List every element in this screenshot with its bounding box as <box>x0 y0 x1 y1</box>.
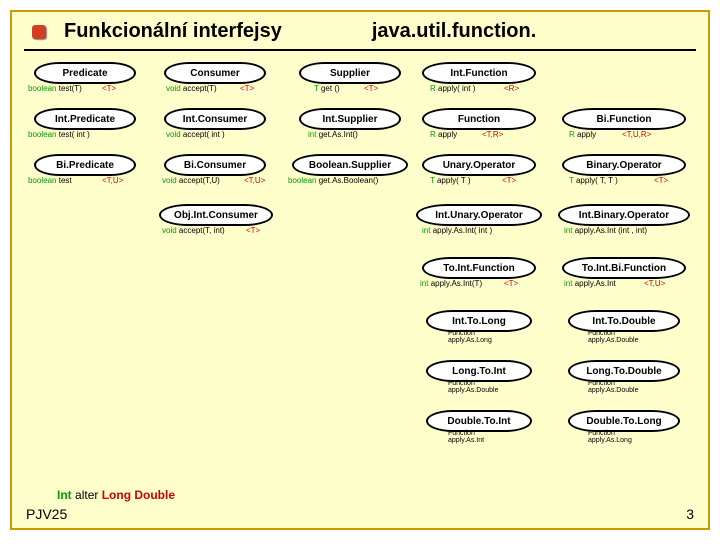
sig-objintconsumer: void accept(T, int) <box>162 226 225 235</box>
title-left: Funkcionální interfejsy <box>64 20 282 43</box>
sig-intunaryop: int apply.As.Int( int ) <box>422 226 492 235</box>
sig-biconsumer: void accept(T,U) <box>162 176 220 185</box>
pill-tointbifunction: To.Int.Bi.Function <box>562 257 686 279</box>
pill-intconsumer: Int.Consumer <box>164 108 266 130</box>
divider <box>24 49 696 51</box>
pill-biconsumer: Bi.Consumer <box>164 154 266 176</box>
gen-tointfunction: <T> <box>504 279 518 288</box>
gen-bifunction: <T,U,R> <box>622 130 651 139</box>
legend: Int alter Long Double <box>57 488 175 502</box>
title-right: java.util.function. <box>372 20 536 43</box>
sig-boolsupplier: boolean get.As.Boolean() <box>288 176 378 185</box>
pill-longtodouble: Long.To.Double <box>568 360 680 382</box>
pill-doubletoint: Double.To.Int <box>426 410 532 432</box>
pill-objintconsumer: Obj.Int.Consumer <box>159 204 273 226</box>
pill-unaryop: Unary.Operator <box>422 154 536 176</box>
sig-bifunction: R apply <box>569 130 596 139</box>
pill-predicate: Predicate <box>34 62 136 84</box>
sig-tointbifunction: int apply.As.Int <box>564 279 616 288</box>
sig-bipredicate: boolean test <box>28 176 72 185</box>
gen-supplier: <T> <box>364 84 378 93</box>
sub-inttodouble: Functionapply.As.Double <box>588 330 638 344</box>
gen-objintconsumer: <T> <box>246 226 260 235</box>
sig-intfunction: R apply( int ) <box>430 84 475 93</box>
gen-intfunction: <R> <box>504 84 519 93</box>
footer-label: PJV25 <box>26 506 67 522</box>
gen-predicate: <T> <box>102 84 116 93</box>
sig-supplier: T get () <box>314 84 340 93</box>
gen-binaryop: <T> <box>654 176 668 185</box>
header: Funkcionální interfejsy java.util.functi… <box>32 20 688 43</box>
pill-intunaryop: Int.Unary.Operator <box>416 204 542 226</box>
pill-supplier: Supplier <box>299 62 401 84</box>
sig-function: R apply <box>430 130 457 139</box>
gen-unaryop: <T> <box>502 176 516 185</box>
pill-inttolong: Int.To.Long <box>426 310 532 332</box>
sig-predicate: boolean test(T) <box>28 84 82 93</box>
pill-intpredicate: Int.Predicate <box>34 108 136 130</box>
bullet-icon <box>32 25 46 39</box>
sig-intconsumer: void accept( int ) <box>166 130 225 139</box>
pill-intfunction: Int.Function <box>422 62 536 84</box>
gen-bipredicate: <T,U> <box>102 176 123 185</box>
pill-consumer: Consumer <box>164 62 266 84</box>
page-number: 3 <box>686 506 694 522</box>
gen-consumer: <T> <box>240 84 254 93</box>
pill-longtoint: Long.To.Int <box>426 360 532 382</box>
pill-binaryop: Binary.Operator <box>562 154 686 176</box>
sig-intpredicate: boolean test( int ) <box>28 130 90 139</box>
pill-intbinaryop: Int.Binary.Operator <box>558 204 690 226</box>
gen-biconsumer: <T,U> <box>244 176 265 185</box>
pill-intsupplier: Int.Supplier <box>299 108 401 130</box>
gen-tointbifunction: <T,U> <box>644 279 665 288</box>
slide: Funkcionální interfejsy java.util.functi… <box>10 10 710 530</box>
gen-function: <T,R> <box>482 130 503 139</box>
sub-doubletoint: Functionapply.As.Int <box>448 430 484 444</box>
pill-tointfunction: To.Int.Function <box>422 257 536 279</box>
sig-tointfunction: int apply.As.Int(T) <box>420 279 482 288</box>
sub-doubletolong: Functionapply.As.Long <box>588 430 632 444</box>
sig-binaryop: T apply( T, T ) <box>569 176 618 185</box>
pill-bifunction: Bi.Function <box>562 108 686 130</box>
pill-inttodouble: Int.To.Double <box>568 310 680 332</box>
sig-consumer: void accept(T) <box>166 84 217 93</box>
sub-inttolong: Functionapply.As.Long <box>448 330 492 344</box>
pill-function: Function <box>422 108 536 130</box>
sig-intsupplier: int get.As.Int() <box>308 130 358 139</box>
sub-longtoint: Functionapply.As.Double <box>448 380 498 394</box>
pill-bipredicate: Bi.Predicate <box>34 154 136 176</box>
sig-unaryop: T apply( T ) <box>430 176 470 185</box>
sub-longtodouble: Functionapply.As.Double <box>588 380 638 394</box>
pill-doubletolong: Double.To.Long <box>568 410 680 432</box>
pill-boolsupplier: Boolean.Supplier <box>292 154 408 176</box>
sig-intbinaryop: int apply.As.Int (int , int) <box>564 226 647 235</box>
